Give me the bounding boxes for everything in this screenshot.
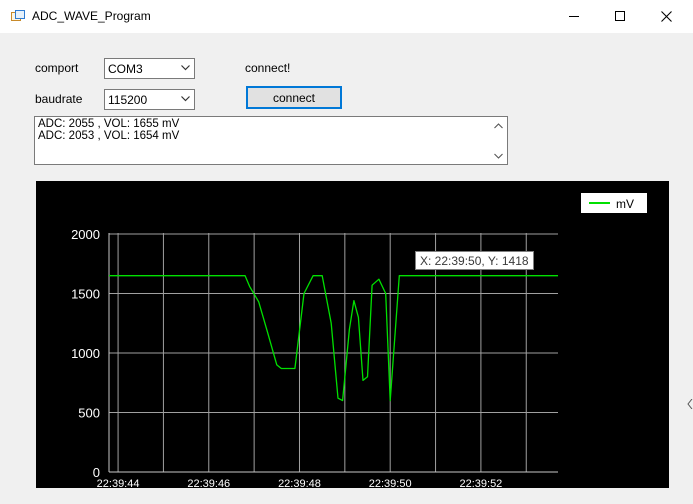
connect-button-label: connect	[272, 90, 316, 105]
chart-legend: mV	[580, 192, 648, 214]
close-icon	[660, 10, 672, 22]
x-tick-label: 22:39:52	[459, 478, 502, 488]
chart-tooltip: X: 22:39:50, Y: 1418	[415, 251, 534, 270]
wave-chart[interactable]: 050010001500200022:39:4422:39:4522:39:46…	[36, 181, 669, 488]
close-button[interactable]	[643, 0, 689, 32]
legend-swatch	[589, 202, 610, 204]
chevron-down-icon	[181, 96, 190, 102]
x-tick-label: 22:39:46	[187, 478, 230, 488]
connect-button[interactable]: connect	[246, 86, 342, 109]
form-client-area: comport COM3 connect! baudrate 115200 co…	[0, 33, 693, 504]
log-scrollbar[interactable]	[490, 117, 507, 164]
scroll-down-icon	[494, 153, 503, 159]
minimize-button[interactable]	[551, 0, 597, 32]
y-tick-label: 2000	[71, 227, 100, 242]
series-line-mv	[109, 275, 558, 402]
y-tick-label: 500	[78, 406, 100, 421]
x-tick-label: 22:39:48	[278, 478, 321, 488]
legend-label: mV	[616, 197, 634, 211]
minimize-icon	[569, 16, 579, 17]
comport-value: COM3	[108, 62, 143, 76]
baudrate-select[interactable]: 115200	[104, 89, 195, 110]
comport-select[interactable]: COM3	[104, 58, 195, 79]
maximize-icon	[615, 11, 625, 21]
side-grip-icon	[687, 399, 693, 409]
y-tick-label: 1000	[71, 346, 100, 361]
log-lines: ADC: 2055 , VOL: 1655 mV ADC: 2053 , VOL…	[38, 118, 179, 142]
baudrate-value: 115200	[108, 93, 148, 107]
x-tick-label: 22:39:44	[97, 478, 140, 488]
scroll-up-icon	[494, 123, 503, 129]
x-tick-label: 22:39:50	[369, 478, 412, 488]
log-line: ADC: 2053 , VOL: 1654 mV	[38, 130, 180, 142]
log-textbox[interactable]: ADC: 2055 , VOL: 1655 mV ADC: 2053 , VOL…	[34, 116, 508, 165]
log-line: ADC: 2055 , VOL: 1655 mV	[38, 118, 180, 130]
chart-svg: 050010001500200022:39:4422:39:4522:39:46…	[71, 227, 558, 488]
comport-label: comport	[35, 61, 79, 75]
y-tick-label: 1500	[71, 287, 100, 302]
chevron-down-icon	[181, 65, 190, 71]
baudrate-label: baudrate	[35, 92, 83, 106]
app-icon	[11, 10, 25, 21]
status-text: connect!	[245, 61, 291, 75]
maximize-button[interactable]	[597, 0, 643, 32]
window-title: ADC_WAVE_Program	[32, 9, 151, 23]
title-bar: ADC_WAVE_Program	[0, 0, 693, 33]
